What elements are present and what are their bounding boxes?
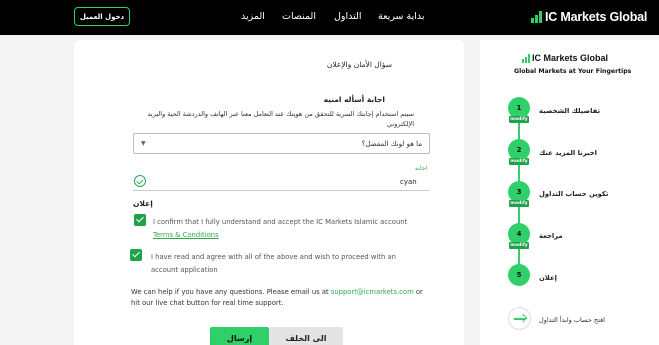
step-3-label: تكوين حساب التداول — [539, 190, 609, 198]
support-email-link[interactable]: support@icmarkets.com — [331, 288, 414, 296]
answer-label: اجابه — [415, 165, 428, 172]
brand-logo[interactable]: IC Markets Global — [531, 9, 647, 25]
nav-item-platforms[interactable]: المنصات — [282, 11, 316, 22]
open-account-label[interactable]: افتح حساب وابدأ التداول — [539, 316, 605, 324]
step-4-modify[interactable]: modify — [509, 242, 529, 249]
step-1-modify[interactable]: modify — [509, 116, 529, 123]
agree-checkbox-label: I have read and agree with all of the ab… — [151, 253, 396, 274]
step-5-circle: 5 — [508, 264, 530, 286]
side-logo-text: IC Markets Global — [532, 53, 609, 63]
step-3-modify[interactable]: modify — [509, 200, 529, 207]
security-question-description: سيتم استخدام إجابتك السرية للتحقق من هوي… — [147, 110, 414, 128]
terms-link[interactable]: Terms & Conditions — [153, 231, 219, 239]
arrow-right-icon — [514, 318, 526, 320]
submit-button[interactable]: إرسال — [210, 327, 269, 345]
select-value: ما هو لونك المفضل؟ — [361, 140, 422, 148]
security-question-select[interactable]: ما هو لونك المفضل؟ ▼ — [133, 133, 430, 154]
declaration-title: إعلان — [133, 199, 153, 208]
help-text: We can help if you have any questions. P… — [131, 288, 423, 307]
nav-item-quick-start[interactable]: بداية سريعة — [378, 11, 425, 22]
caret-down-icon: ▼ — [141, 140, 146, 147]
logo-text: IC Markets Global — [545, 10, 648, 24]
side-brand-logo: IC Markets Global — [522, 53, 608, 63]
security-question-title: اجابة أسأله امنيه — [323, 95, 385, 104]
open-account-button[interactable] — [508, 307, 531, 330]
side-subtitle: Global Markets at Your Fingertips — [514, 68, 632, 75]
logo-bars-icon — [531, 11, 542, 23]
client-login-button[interactable]: دخول العميل — [74, 7, 130, 26]
back-button[interactable]: الى الخلف — [269, 327, 343, 345]
answer-input[interactable]: cyan — [400, 178, 417, 186]
step-5-label: إعلان — [539, 274, 557, 282]
nav-item-more[interactable]: المزيد — [241, 11, 265, 22]
step-2-modify[interactable]: modify — [509, 158, 529, 165]
terms-checkbox[interactable] — [134, 214, 146, 226]
check-circle-icon — [134, 175, 146, 187]
terms-checkbox-label: I confirm that I fully understand and ac… — [153, 218, 408, 239]
answer-underline — [133, 190, 430, 191]
step-1-label: تفاصيلك الشخصية — [539, 107, 601, 115]
top-navbar: IC Markets Global بداية سريعة التداول ال… — [0, 0, 659, 35]
agree-checkbox[interactable] — [130, 249, 142, 261]
step-2-label: اخبرنا المزيد عنك — [539, 149, 597, 157]
section-title: سؤال الأمان والإعلان — [326, 60, 392, 69]
step-4-label: مراجعة — [539, 232, 563, 240]
logo-bars-icon — [522, 53, 530, 63]
nav-item-trading[interactable]: التداول — [334, 11, 362, 22]
